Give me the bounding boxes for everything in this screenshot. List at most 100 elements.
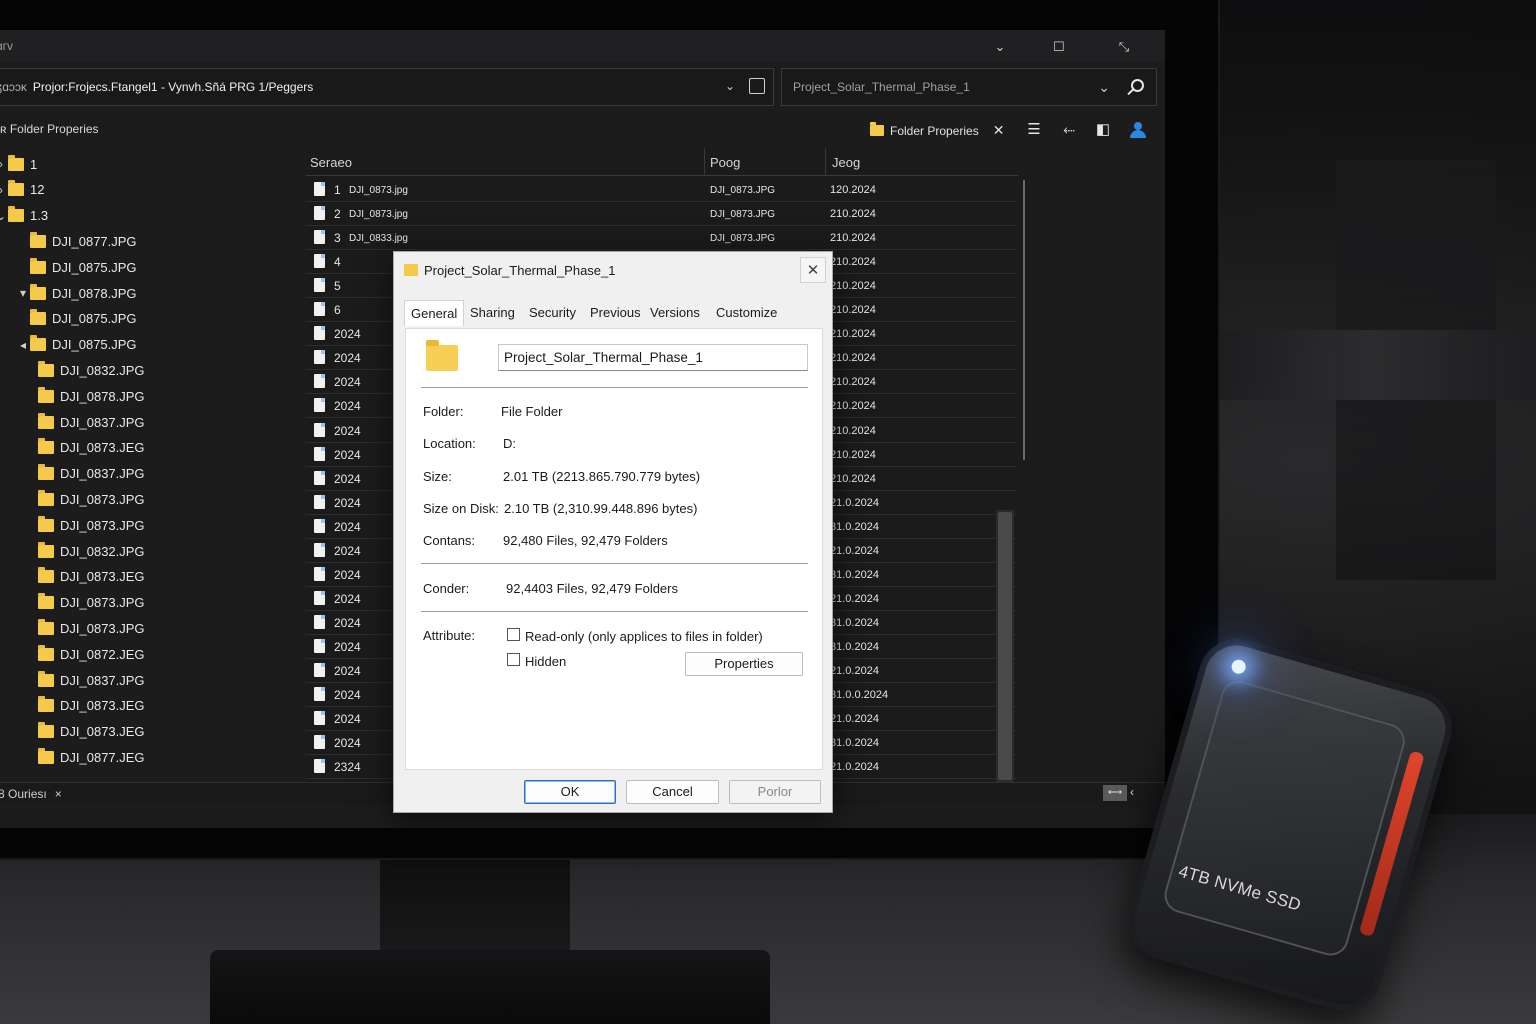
close-icon[interactable]: ✕ — [800, 257, 826, 283]
tree-item[interactable]: DJI_0872.JEG — [24, 642, 145, 666]
chevron-down-icon[interactable]: ⌄ — [1098, 79, 1110, 96]
prop-value-contains: 92,480 Files, 92,479 Folders — [503, 533, 668, 548]
folder-icon — [30, 257, 46, 274]
column-header-date[interactable]: Jeog — [832, 155, 860, 170]
tab-versions[interactable]: Versions — [650, 300, 700, 326]
tree-item[interactable]: › 12 — [0, 178, 44, 202]
folder-icon — [8, 180, 24, 197]
prop-label-conder: Conder: — [423, 581, 470, 596]
table-row[interactable]: 3 DJI_0833.jpg DJI_0873.JPG 210.2024 — [306, 226, 1016, 251]
row-date: 210.2024 — [830, 304, 876, 317]
tree-item[interactable]: DJI_0832.JPG — [24, 539, 145, 563]
hidden-checkbox[interactable] — [507, 653, 520, 666]
row-date: 31.0.0.2024 — [830, 689, 889, 702]
row-date: 210.2024 — [830, 472, 876, 485]
maximize-icon[interactable]: ☐ — [1036, 36, 1082, 58]
document-icon — [314, 566, 325, 581]
minimize-icon[interactable]: ⌄ — [977, 36, 1023, 58]
tree-item[interactable]: ◂ DJI_0875.JPG — [16, 333, 137, 357]
folder-icon — [38, 438, 54, 455]
table-row[interactable]: 2 DJI_0873.jpg DJI_0873.JPG 210.2024 — [306, 202, 1016, 227]
status-text: S7.8 Ouriesı — [0, 787, 47, 801]
tree-item[interactable]: DJI_0873.JPG — [24, 616, 145, 640]
chevron-icon[interactable]: ⌄ — [0, 209, 8, 223]
document-icon — [314, 302, 325, 317]
back-arrow-icon[interactable]: ⬸ — [1060, 122, 1078, 138]
search-input[interactable]: Project_Solar_Thermal_Phase_1 ⌄ — [781, 68, 1157, 106]
folder-properties-breadcrumb[interactable]: ʀ Folder Properies — [0, 122, 99, 136]
row-index: 2024 — [334, 615, 361, 630]
tab-security[interactable]: Security — [529, 300, 576, 326]
tree-item[interactable]: DJI_0873.JEG — [24, 565, 145, 589]
tree-item[interactable]: ⌄ 1.3 — [0, 204, 48, 228]
apply-button[interactable]: Porlor — [729, 780, 821, 804]
hidden-label: Hidden — [525, 654, 567, 669]
tree-item[interactable]: DJI_0837.JPG — [24, 410, 145, 434]
tree-item[interactable]: DJI_0873.JEG — [24, 694, 145, 718]
row-type: DJI_0873.JPG — [710, 185, 776, 196]
details-pane-icon[interactable]: ◧ — [1094, 122, 1112, 138]
folder-name-field[interactable]: Project_Solar_Thermal_Phase_1 — [498, 344, 808, 371]
scroll-left-icon[interactable]: ‹ — [1130, 785, 1134, 799]
tree-item[interactable]: DJI_0877.JPG — [16, 229, 137, 253]
row-index: 2024 — [334, 664, 361, 678]
horizontal-scroll-icon[interactable]: ⟷ — [1103, 785, 1127, 801]
ok-button[interactable]: OK — [524, 780, 616, 804]
row-type: DJI_0873.JPG — [710, 233, 776, 245]
chevron-icon[interactable]: › — [0, 183, 8, 197]
tree-item[interactable]: DJI_0877.JEG — [24, 745, 145, 769]
user-icon[interactable] — [1130, 122, 1146, 138]
tab-customize[interactable]: Customize — [716, 300, 777, 326]
tree-item[interactable]: DJI_0873.JPG — [24, 513, 145, 537]
scrollbar-thumb[interactable] — [998, 512, 1012, 780]
tree-item[interactable]: DJI_0837.JPG — [24, 462, 145, 486]
row-date: 21.0.2024 — [830, 592, 879, 605]
column-header-name[interactable]: Seraeo — [310, 155, 352, 170]
tree-item[interactable]: DJI_0878.JPG — [24, 384, 145, 408]
tree-item[interactable]: DJI_0875.JPG — [16, 255, 137, 279]
table-row[interactable]: 1 DJI_0873.jpg DJI_0873.JPG 120.2024 — [306, 178, 1016, 202]
address-bar[interactable]: Ɉeʒɑɔɔκ Projor:Frojecs.Ftangel1 - Vynvh.… — [0, 68, 774, 106]
tree-item[interactable]: DJI_0837.JPG — [24, 668, 145, 692]
document-icon — [314, 494, 325, 509]
restore-icon[interactable]: ⤡ — [1101, 36, 1147, 58]
tree-item[interactable]: ›1 — [0, 152, 37, 176]
close-icon[interactable]: × — [55, 787, 62, 801]
close-icon[interactable]: ✕ — [993, 122, 1005, 139]
tree-item-label: DJI_0877.JPG — [52, 233, 137, 249]
tree-item[interactable]: DJI_0873.JPG — [24, 487, 145, 511]
chevron-icon[interactable]: ▾ — [16, 286, 30, 300]
tree-item[interactable]: DJI_0873.JPG — [24, 591, 145, 615]
chevron-icon[interactable]: › — [0, 157, 8, 171]
row-index: 2024 — [334, 447, 361, 462]
tab-previous[interactable]: Previous — [590, 300, 641, 326]
breadcrumb[interactable]: Projor:Frojecs.Ftangel1 - Vynvh.Sñá PRG … — [33, 80, 313, 94]
tab-general[interactable]: General — [404, 300, 465, 326]
tree-item[interactable]: DJI_0832.JPG — [24, 358, 145, 382]
menu-icon[interactable]: ☰ — [1025, 122, 1043, 138]
search-icon[interactable] — [1131, 79, 1144, 92]
tree-item[interactable]: DJI_0873.JEG — [24, 720, 145, 744]
tree-item[interactable]: DJI_0873.JEG — [24, 436, 145, 460]
tab-sharing[interactable]: Sharing — [470, 300, 515, 326]
cancel-button[interactable]: Cancel — [626, 780, 719, 804]
properties-button[interactable]: Properties — [685, 652, 803, 676]
folder-icon — [38, 644, 54, 661]
scrollbar[interactable]: ▼ — [996, 510, 1014, 798]
chevron-down-icon[interactable]: ⌄ — [725, 79, 735, 93]
tree-item-label: DJI_0837.JPG — [60, 466, 145, 482]
folder-icon — [38, 618, 54, 635]
refresh-icon[interactable] — [749, 78, 765, 94]
folder-icon — [38, 412, 54, 429]
pane-divider[interactable] — [1023, 180, 1025, 460]
document-icon — [314, 278, 325, 293]
readonly-checkbox[interactable] — [507, 628, 520, 641]
tree-item[interactable]: DJI_0875.JPG — [16, 307, 137, 331]
tree-item[interactable]: ▾ DJI_0878.JPG — [16, 281, 137, 305]
row-date: 21.0.2024 — [830, 496, 879, 509]
chevron-icon[interactable]: ◂ — [16, 338, 30, 352]
folder-properties-tab[interactable]: Folder Properies ✕ — [870, 122, 1004, 139]
app-title: Ƭeɑгv — [0, 39, 14, 53]
tree-item-label: DJI_0878.JPG — [52, 285, 137, 301]
column-header-type[interactable]: Poog — [710, 155, 740, 170]
